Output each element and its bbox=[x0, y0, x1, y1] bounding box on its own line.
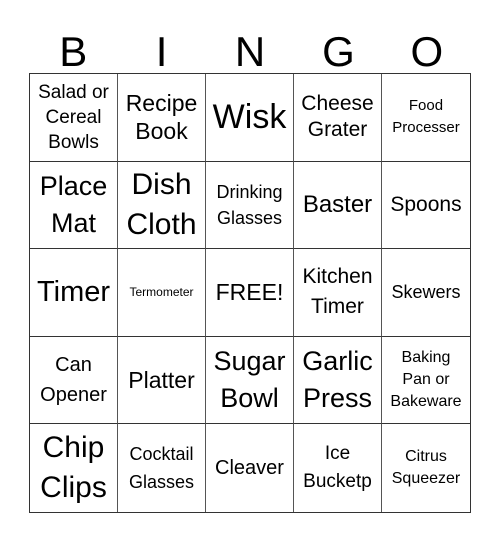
bingo-cell[interactable]: Recipe Book bbox=[118, 74, 206, 162]
bingo-cell[interactable]: Ice Bucketp bbox=[294, 424, 382, 512]
header-letter-b: B bbox=[59, 28, 88, 75]
bingo-cell[interactable]: Can Opener bbox=[30, 336, 118, 425]
bingo-cell[interactable]: Baking Pan or Bakeware bbox=[382, 337, 470, 425]
bingo-cell[interactable]: Cleaver bbox=[206, 424, 294, 512]
header-letter-g: G bbox=[322, 28, 355, 75]
bingo-cell[interactable]: Drinking Glasses bbox=[206, 161, 294, 250]
bingo-cell[interactable]: Wisk bbox=[206, 74, 294, 162]
bingo-cell[interactable]: Baster bbox=[294, 161, 382, 250]
bingo-cell[interactable]: Spoons bbox=[382, 162, 470, 250]
header-letter-i: I bbox=[155, 28, 168, 75]
bingo-cell[interactable]: Kitchen Timer bbox=[294, 249, 382, 337]
bingo-cell[interactable]: Skewers bbox=[382, 249, 470, 337]
header-letter-n: N bbox=[234, 28, 266, 75]
bingo-cell[interactable]: Timer bbox=[30, 249, 118, 337]
bingo-cell[interactable]: Cheese Grater bbox=[294, 74, 382, 162]
bingo-cell[interactable]: Place Mat bbox=[30, 161, 118, 250]
free-space[interactable]: FREE! bbox=[206, 249, 294, 337]
bingo-cell[interactable]: Food Processer bbox=[382, 74, 470, 162]
bingo-cell[interactable]: Dish Cloth bbox=[118, 161, 206, 250]
header-letter-o: O bbox=[410, 28, 444, 75]
bingo-grid: Salad or Cereal Bowls Recipe Book Wisk C… bbox=[29, 73, 471, 513]
bingo-cell[interactable]: Citrus Squeezer bbox=[382, 424, 470, 512]
bingo-cell[interactable]: Termometer bbox=[118, 249, 206, 337]
bingo-cell[interactable]: Garlic Press bbox=[294, 336, 382, 425]
bingo-cell[interactable]: Salad or Cereal Bowls bbox=[30, 74, 118, 162]
bingo-header: B I N G O bbox=[29, 30, 471, 73]
bingo-cell[interactable]: Platter bbox=[118, 336, 206, 425]
bingo-cell[interactable]: Chip Clips bbox=[30, 424, 118, 512]
bingo-cell[interactable]: Cocktail Glasses bbox=[118, 424, 206, 512]
bingo-cell[interactable]: Sugar Bowl bbox=[206, 336, 294, 425]
